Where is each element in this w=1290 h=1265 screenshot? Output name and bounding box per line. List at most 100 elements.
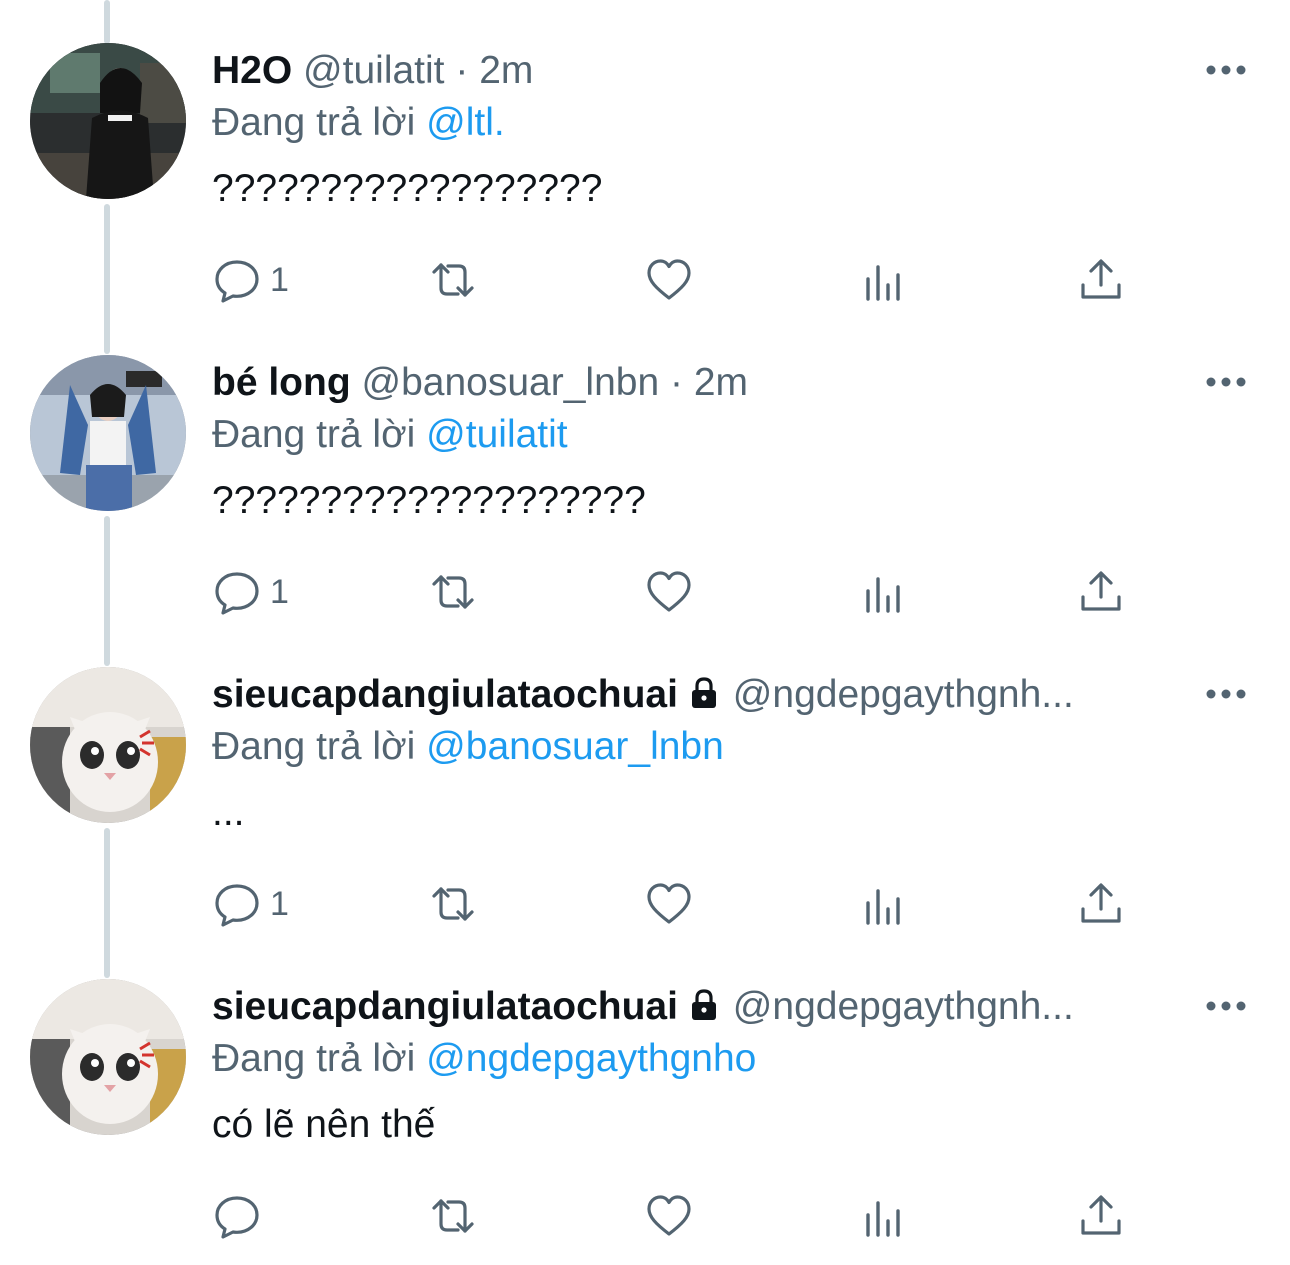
reply-count: 1: [270, 572, 289, 611]
tweet-actions: 1: [200, 250, 1200, 310]
user-handle[interactable]: @ngdepgaythgnh...: [733, 673, 1074, 716]
retweet-arrows-icon: [432, 575, 474, 609]
share-upload-icon: [1081, 259, 1121, 299]
replying-to-label: Đang trả lời: [212, 101, 416, 144]
avatar-photo: [30, 979, 186, 1135]
mention-link[interactable]: @ngdepgaythgnho: [426, 1037, 756, 1080]
tweet-header: bé long @banosuar_lnbn · 2m: [212, 358, 1192, 408]
speech-bubble-icon: [215, 1196, 259, 1239]
reply-button[interactable]: 1: [212, 874, 289, 934]
more-options-button[interactable]: [1200, 676, 1252, 712]
more-options-button[interactable]: [1200, 988, 1252, 1024]
display-name[interactable]: sieucapdangiulataochuai: [212, 985, 678, 1028]
bar-chart-icon: [866, 265, 900, 301]
separator-dot: ·: [455, 49, 469, 92]
avatar[interactable]: [30, 43, 186, 199]
lock-icon: [691, 677, 716, 708]
reply-button[interactable]: [212, 1186, 270, 1246]
three-dots-icon: [1206, 689, 1246, 699]
user-handle[interactable]: @banosuar_lnbn: [362, 361, 660, 404]
tweet-text: ??????????????????: [212, 167, 603, 210]
avatar-photo: [30, 355, 186, 511]
reply-button[interactable]: 1: [212, 250, 289, 310]
more-options-button[interactable]: [1200, 52, 1252, 88]
avatar-photo: [30, 667, 186, 823]
heart-icon: [647, 571, 691, 612]
like-button[interactable]: [644, 874, 694, 934]
tweet-actions: 1: [200, 874, 1200, 934]
more-options-button[interactable]: [1200, 364, 1252, 400]
like-button[interactable]: [644, 250, 694, 310]
tweet-actions: 1: [200, 562, 1200, 622]
replying-to-label: Đang trả lời: [212, 413, 416, 456]
bar-chart-icon: [866, 889, 900, 925]
speech-bubble-icon: [215, 884, 259, 927]
tweet[interactable]: bé long @banosuar_lnbn · 2m Đang trả lời…: [0, 312, 1290, 624]
retweet-button[interactable]: [428, 1186, 478, 1246]
views-button[interactable]: [860, 874, 910, 934]
replying-to-line: Đang trả lời @tuilatit: [212, 410, 568, 460]
tweet-header: sieucapdangiulataochuai @ngdepgaythgnh..…: [212, 670, 1192, 720]
user-handle[interactable]: @ngdepgaythgnh...: [733, 985, 1074, 1028]
lock-icon: [691, 989, 716, 1020]
retweet-arrows-icon: [432, 887, 474, 921]
share-button[interactable]: [1076, 250, 1126, 310]
separator-dot: ·: [670, 361, 683, 404]
speech-bubble-icon: [215, 260, 259, 303]
display-name[interactable]: bé long: [212, 361, 351, 404]
mention-link[interactable]: @tuilatit: [426, 413, 567, 456]
like-button[interactable]: [644, 1186, 694, 1246]
user-handle[interactable]: @tuilatit: [303, 49, 444, 92]
three-dots-icon: [1206, 377, 1246, 387]
tweet-text: ????????????????????: [212, 479, 646, 522]
share-button[interactable]: [1076, 1186, 1126, 1246]
tweet-actions: [200, 1186, 1200, 1246]
bar-chart-icon: [866, 577, 900, 613]
avatar[interactable]: [30, 355, 186, 511]
timestamp[interactable]: 2m: [694, 361, 748, 404]
replying-to-line: Đang trả lời @ngdepgaythgnho: [212, 1034, 756, 1084]
replying-to-line: Đang trả lời @banosuar_lnbn: [212, 722, 724, 772]
timestamp[interactable]: 2m: [479, 49, 533, 92]
share-upload-icon: [1081, 883, 1121, 923]
heart-icon: [647, 259, 691, 300]
mention-link[interactable]: @banosuar_lnbn: [426, 725, 724, 768]
three-dots-icon: [1206, 65, 1246, 75]
retweet-arrows-icon: [432, 263, 474, 297]
replying-to-line: Đang trả lời @ltl.: [212, 98, 505, 148]
retweet-button[interactable]: [428, 874, 478, 934]
views-button[interactable]: [860, 562, 910, 622]
speech-bubble-icon: [215, 572, 259, 615]
heart-icon: [647, 883, 691, 924]
tweet-text: có lẽ nên thế: [212, 1103, 436, 1146]
tweet[interactable]: sieucapdangiulataochuai @ngdepgaythgnh..…: [0, 624, 1290, 936]
tweet[interactable]: H2O @tuilatit · 2m Đang trả lời @ltl. ??…: [0, 0, 1290, 312]
avatar-photo: [30, 43, 186, 199]
avatar[interactable]: [30, 979, 186, 1135]
retweet-button[interactable]: [428, 250, 478, 310]
display-name[interactable]: H2O: [212, 49, 292, 92]
display-name[interactable]: sieucapdangiulataochuai: [212, 673, 678, 716]
reply-count: 1: [270, 260, 289, 299]
share-button[interactable]: [1076, 874, 1126, 934]
avatar[interactable]: [30, 667, 186, 823]
views-button[interactable]: [860, 1186, 910, 1246]
three-dots-icon: [1206, 1001, 1246, 1011]
share-button[interactable]: [1076, 562, 1126, 622]
reply-button[interactable]: 1: [212, 562, 289, 622]
share-upload-icon: [1081, 571, 1121, 611]
reply-count: 1: [270, 884, 289, 923]
retweet-button[interactable]: [428, 562, 478, 622]
share-upload-icon: [1081, 1195, 1121, 1235]
mention-link[interactable]: @ltl.: [426, 101, 505, 144]
views-button[interactable]: [860, 250, 910, 310]
retweet-arrows-icon: [432, 1199, 474, 1233]
tweet-text: ...: [212, 791, 245, 834]
tweet-header: sieucapdangiulataochuai @ngdepgaythgnh..…: [212, 982, 1192, 1032]
tweet[interactable]: sieucapdangiulataochuai @ngdepgaythgnh..…: [0, 936, 1290, 1248]
replying-to-label: Đang trả lời: [212, 725, 416, 768]
bar-chart-icon: [866, 1201, 900, 1237]
tweet-header: H2O @tuilatit · 2m: [212, 46, 1192, 96]
replying-to-label: Đang trả lời: [212, 1037, 416, 1080]
like-button[interactable]: [644, 562, 694, 622]
